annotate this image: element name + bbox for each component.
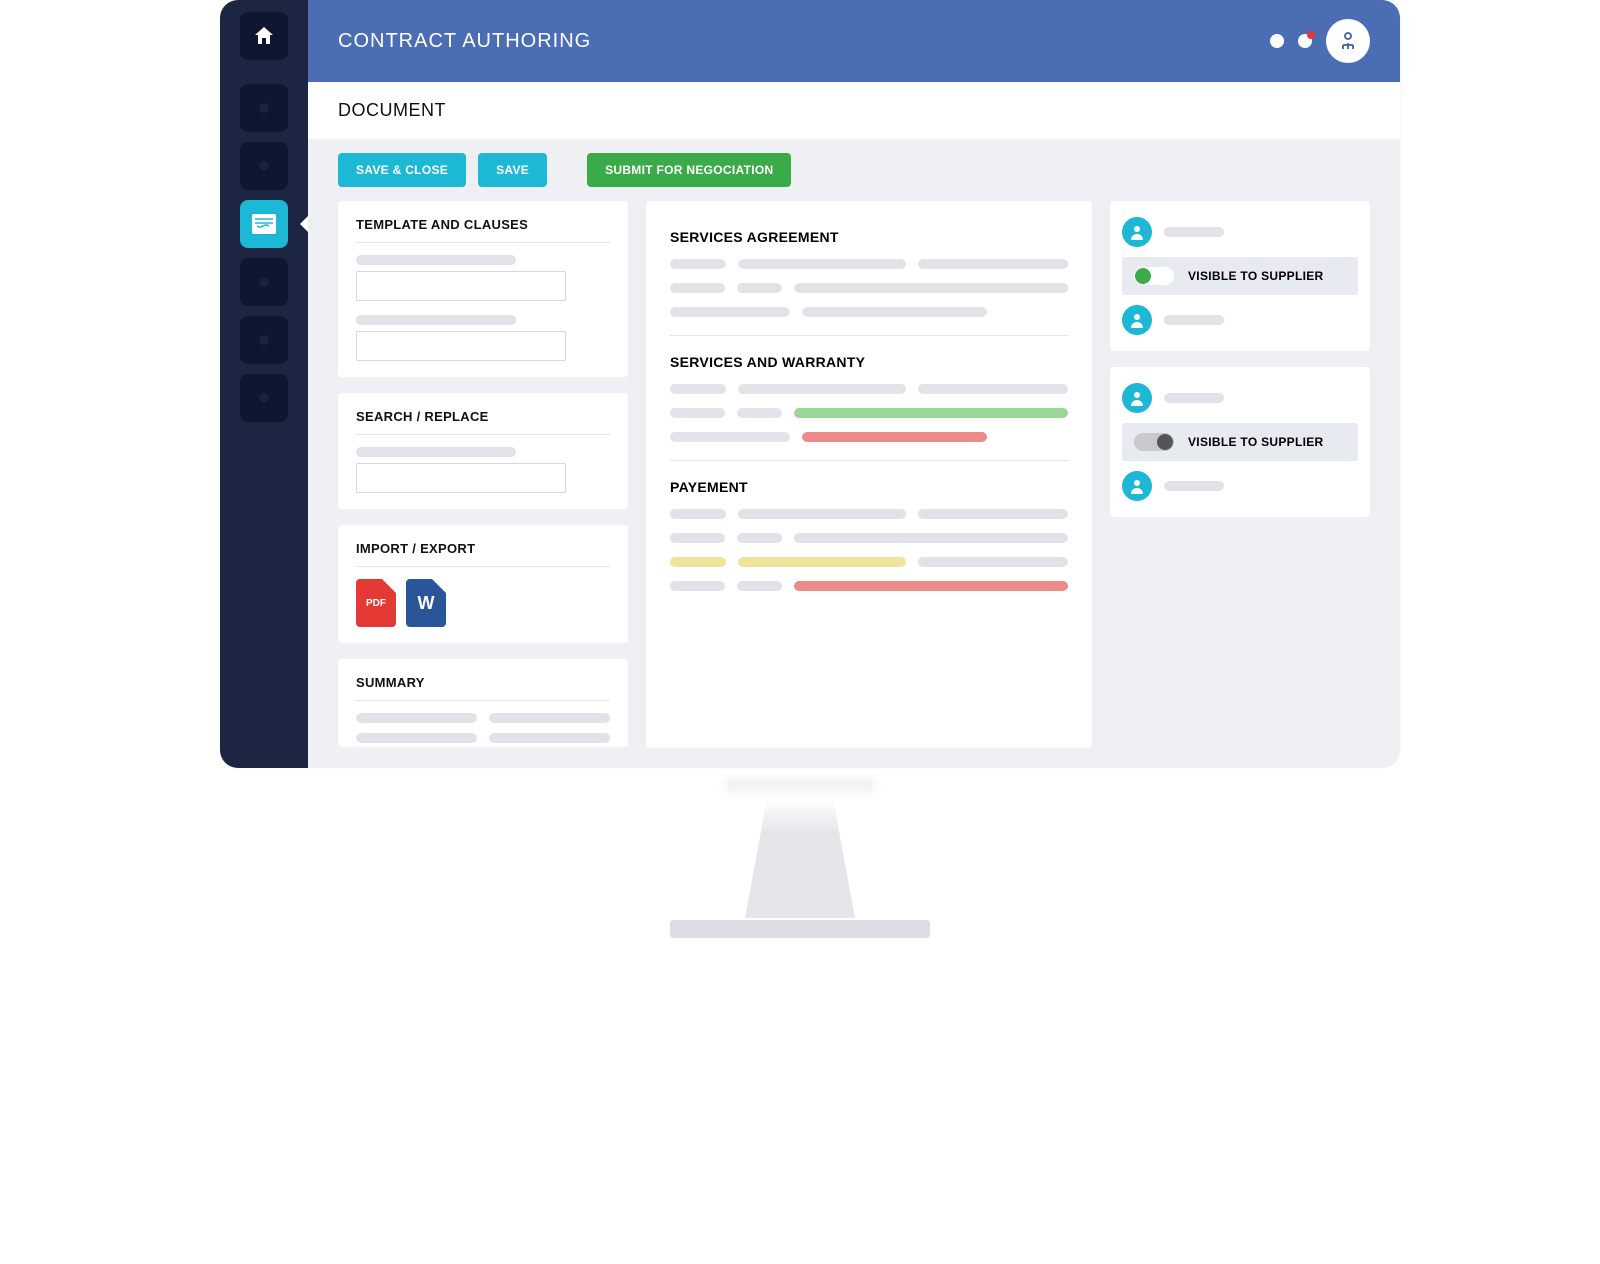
nav-item-4[interactable] xyxy=(240,258,288,306)
person-avatar-icon xyxy=(1122,471,1152,501)
doc-section-heading: SERVICES AGREEMENT xyxy=(670,229,1068,245)
sidebar-nav xyxy=(220,0,308,768)
export-word-button[interactable]: W xyxy=(406,579,446,627)
toggle-label: VISIBLE TO SUPPLIER xyxy=(1188,435,1324,449)
home-icon xyxy=(252,24,276,48)
summary-item xyxy=(489,733,610,743)
field-label xyxy=(356,315,516,325)
visible-to-supplier-toggle[interactable] xyxy=(1134,433,1174,451)
summary-panel: SUMMARY xyxy=(338,659,628,747)
topbar: CONTRACT AUTHORING xyxy=(308,0,1400,82)
nav-item-5[interactable] xyxy=(240,316,288,364)
summary-item xyxy=(356,713,477,723)
person-name xyxy=(1164,315,1224,325)
nav-item-6[interactable] xyxy=(240,374,288,422)
person-avatar-icon xyxy=(1122,383,1152,413)
workspace: TEMPLATE AND CLAUSES SEARCH / REPLACE I xyxy=(308,201,1400,768)
search-replace-title: SEARCH / REPLACE xyxy=(356,409,610,435)
person-icon xyxy=(1336,29,1360,53)
person-avatar-icon xyxy=(1122,305,1152,335)
submit-negotiation-button[interactable]: SUBMIT FOR NEGOCIATION xyxy=(587,153,791,187)
person-avatar-icon xyxy=(1122,217,1152,247)
template-input-2[interactable] xyxy=(356,331,566,361)
export-pdf-button[interactable]: PDF xyxy=(356,579,396,627)
person-row[interactable] xyxy=(1122,301,1358,339)
doc-section-heading: PAYEMENT xyxy=(670,479,1068,495)
person-row[interactable] xyxy=(1122,213,1358,251)
save-button[interactable]: SAVE xyxy=(478,153,547,187)
field-label xyxy=(356,255,516,265)
nav-item-1[interactable] xyxy=(240,84,288,132)
document-icon xyxy=(251,213,277,235)
person-name xyxy=(1164,393,1224,403)
document-editor[interactable]: SERVICES AGREEMENT SERVICES AND WARRANTY… xyxy=(646,201,1092,748)
participants-panel-1: VISIBLE TO SUPPLIER xyxy=(1110,201,1370,351)
doc-section-heading: SERVICES AND WARRANTY xyxy=(670,354,1068,370)
person-name xyxy=(1164,227,1224,237)
field-label xyxy=(356,447,516,457)
search-input[interactable] xyxy=(356,463,566,493)
left-column: TEMPLATE AND CLAUSES SEARCH / REPLACE I xyxy=(338,201,628,748)
person-name xyxy=(1164,481,1224,491)
page-title: CONTRACT AUTHORING xyxy=(338,30,591,53)
template-clauses-panel: TEMPLATE AND CLAUSES xyxy=(338,201,628,377)
pdf-icon-label: PDF xyxy=(366,598,386,609)
person-row[interactable] xyxy=(1122,467,1358,505)
toggle-label: VISIBLE TO SUPPLIER xyxy=(1188,269,1324,283)
visibility-toggle-row: VISIBLE TO SUPPLIER xyxy=(1122,257,1358,295)
user-avatar[interactable] xyxy=(1326,19,1370,63)
nav-item-2[interactable] xyxy=(240,142,288,190)
import-export-title: IMPORT / EXPORT xyxy=(356,541,610,567)
notification-icon[interactable] xyxy=(1298,34,1312,48)
visibility-toggle-row: VISIBLE TO SUPPLIER xyxy=(1122,423,1358,461)
main-area: CONTRACT AUTHORING DOCUMENT SAVE & CLOSE… xyxy=(308,0,1400,768)
save-close-button[interactable]: SAVE & CLOSE xyxy=(338,153,466,187)
word-icon-label: W xyxy=(418,593,435,614)
summary-item xyxy=(489,713,610,723)
app-window: CONTRACT AUTHORING DOCUMENT SAVE & CLOSE… xyxy=(220,0,1400,768)
section-title: DOCUMENT xyxy=(308,82,1400,139)
nav-document[interactable] xyxy=(240,200,288,248)
visible-to-supplier-toggle[interactable] xyxy=(1134,267,1174,285)
nav-home[interactable] xyxy=(240,12,288,60)
participants-panel-2: VISIBLE TO SUPPLIER xyxy=(1110,367,1370,517)
search-replace-panel: SEARCH / REPLACE xyxy=(338,393,628,509)
monitor-stand xyxy=(715,768,885,948)
template-clauses-title: TEMPLATE AND CLAUSES xyxy=(356,217,610,243)
status-indicator-icon[interactable] xyxy=(1270,34,1284,48)
right-column: VISIBLE TO SUPPLIER xyxy=(1110,201,1370,748)
import-export-panel: IMPORT / EXPORT PDF W xyxy=(338,525,628,643)
template-input-1[interactable] xyxy=(356,271,566,301)
summary-title: SUMMARY xyxy=(356,675,610,701)
action-toolbar: SAVE & CLOSE SAVE SUBMIT FOR NEGOCIATION xyxy=(308,139,1400,201)
summary-item xyxy=(356,733,477,743)
person-row[interactable] xyxy=(1122,379,1358,417)
